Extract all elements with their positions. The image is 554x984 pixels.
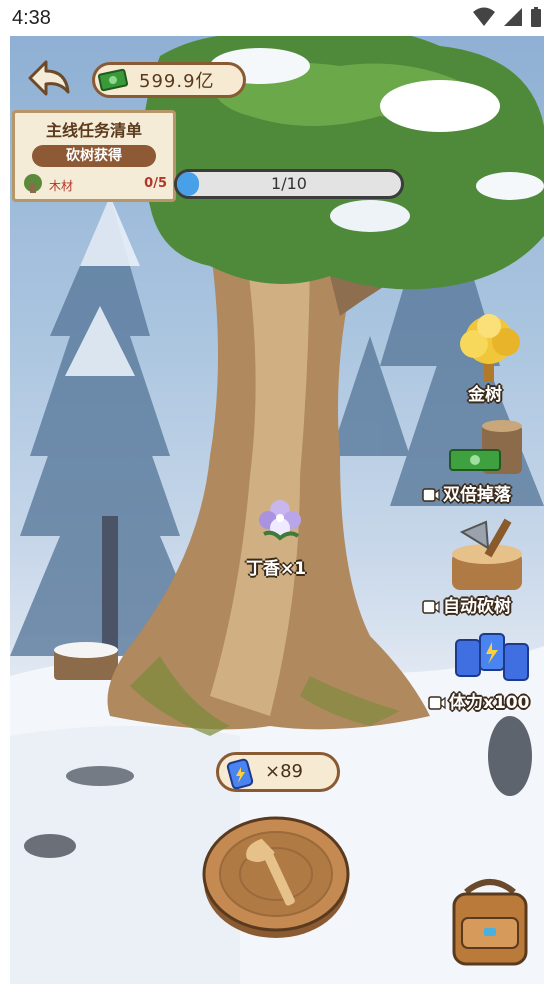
status-bar: 4:38 xyxy=(0,0,554,36)
log-cash-icon xyxy=(449,420,522,474)
gold-tree-icon xyxy=(460,314,520,382)
double-drop-label: 双倍掉落 xyxy=(422,480,511,505)
axe-stump-icon xyxy=(452,518,522,590)
stamina-value: ×89 xyxy=(265,761,303,782)
stamina-counter: ×89 xyxy=(216,752,340,792)
clock: 4:38 xyxy=(12,6,51,29)
quest-subtitle: 砍树获得 xyxy=(32,145,156,167)
backpack-icon[interactable] xyxy=(446,878,534,970)
auto-chop-text: 自动砍树 xyxy=(443,597,511,617)
auto-chop-label: 自动砍树 xyxy=(422,592,511,617)
back-arrow-icon[interactable] xyxy=(26,58,72,98)
video-ad-icon xyxy=(422,488,440,502)
chop-button[interactable] xyxy=(200,808,352,940)
stamina-ad-text: 体力x100 xyxy=(449,693,530,713)
status-icons xyxy=(472,6,542,28)
wood-icon xyxy=(24,174,42,193)
quest-item-count: 0/5 xyxy=(144,176,167,191)
double-drop-button[interactable]: 双倍掉落 xyxy=(422,420,540,508)
game-scene: 599.9亿 主线任务清单 砍树获得 木材 0/5 1/10 金树 双倍掉落 自… xyxy=(10,36,544,984)
drop-label: 丁香×1 xyxy=(246,559,307,579)
battery-cans-icon xyxy=(455,633,529,681)
gold-tree-button[interactable]: 金树 xyxy=(444,310,534,410)
currency-amount: 599.9亿 xyxy=(139,71,215,92)
stamina-ad-label: 体力x100 xyxy=(428,688,529,713)
video-ad-icon xyxy=(428,696,446,710)
quest-panel[interactable]: 主线任务清单 砍树获得 木材 0/5 xyxy=(12,110,176,202)
cash-icon xyxy=(97,68,129,92)
video-ad-icon xyxy=(422,600,440,614)
energy-can-icon xyxy=(226,758,254,789)
lilac-flower-icon[interactable] xyxy=(250,490,310,550)
currency-display[interactable]: 599.9亿 xyxy=(92,62,246,98)
quest-item-row: 木材 0/5 xyxy=(15,173,173,197)
quest-title: 主线任务清单 xyxy=(45,121,142,140)
gold-tree-label: 金树 xyxy=(468,385,502,405)
stamina-ad-button[interactable]: 体力x100 xyxy=(428,630,544,720)
auto-chop-button[interactable]: 自动砍树 xyxy=(422,518,540,617)
quest-item-label: 木材 xyxy=(49,179,74,193)
battery-icon xyxy=(531,7,541,27)
chop-progress-bar: 1/10 xyxy=(174,169,404,199)
progress-text: 1/10 xyxy=(271,174,307,193)
signal-icon xyxy=(504,8,522,26)
double-drop-text: 双倍掉落 xyxy=(443,485,511,505)
wifi-icon xyxy=(473,7,495,26)
